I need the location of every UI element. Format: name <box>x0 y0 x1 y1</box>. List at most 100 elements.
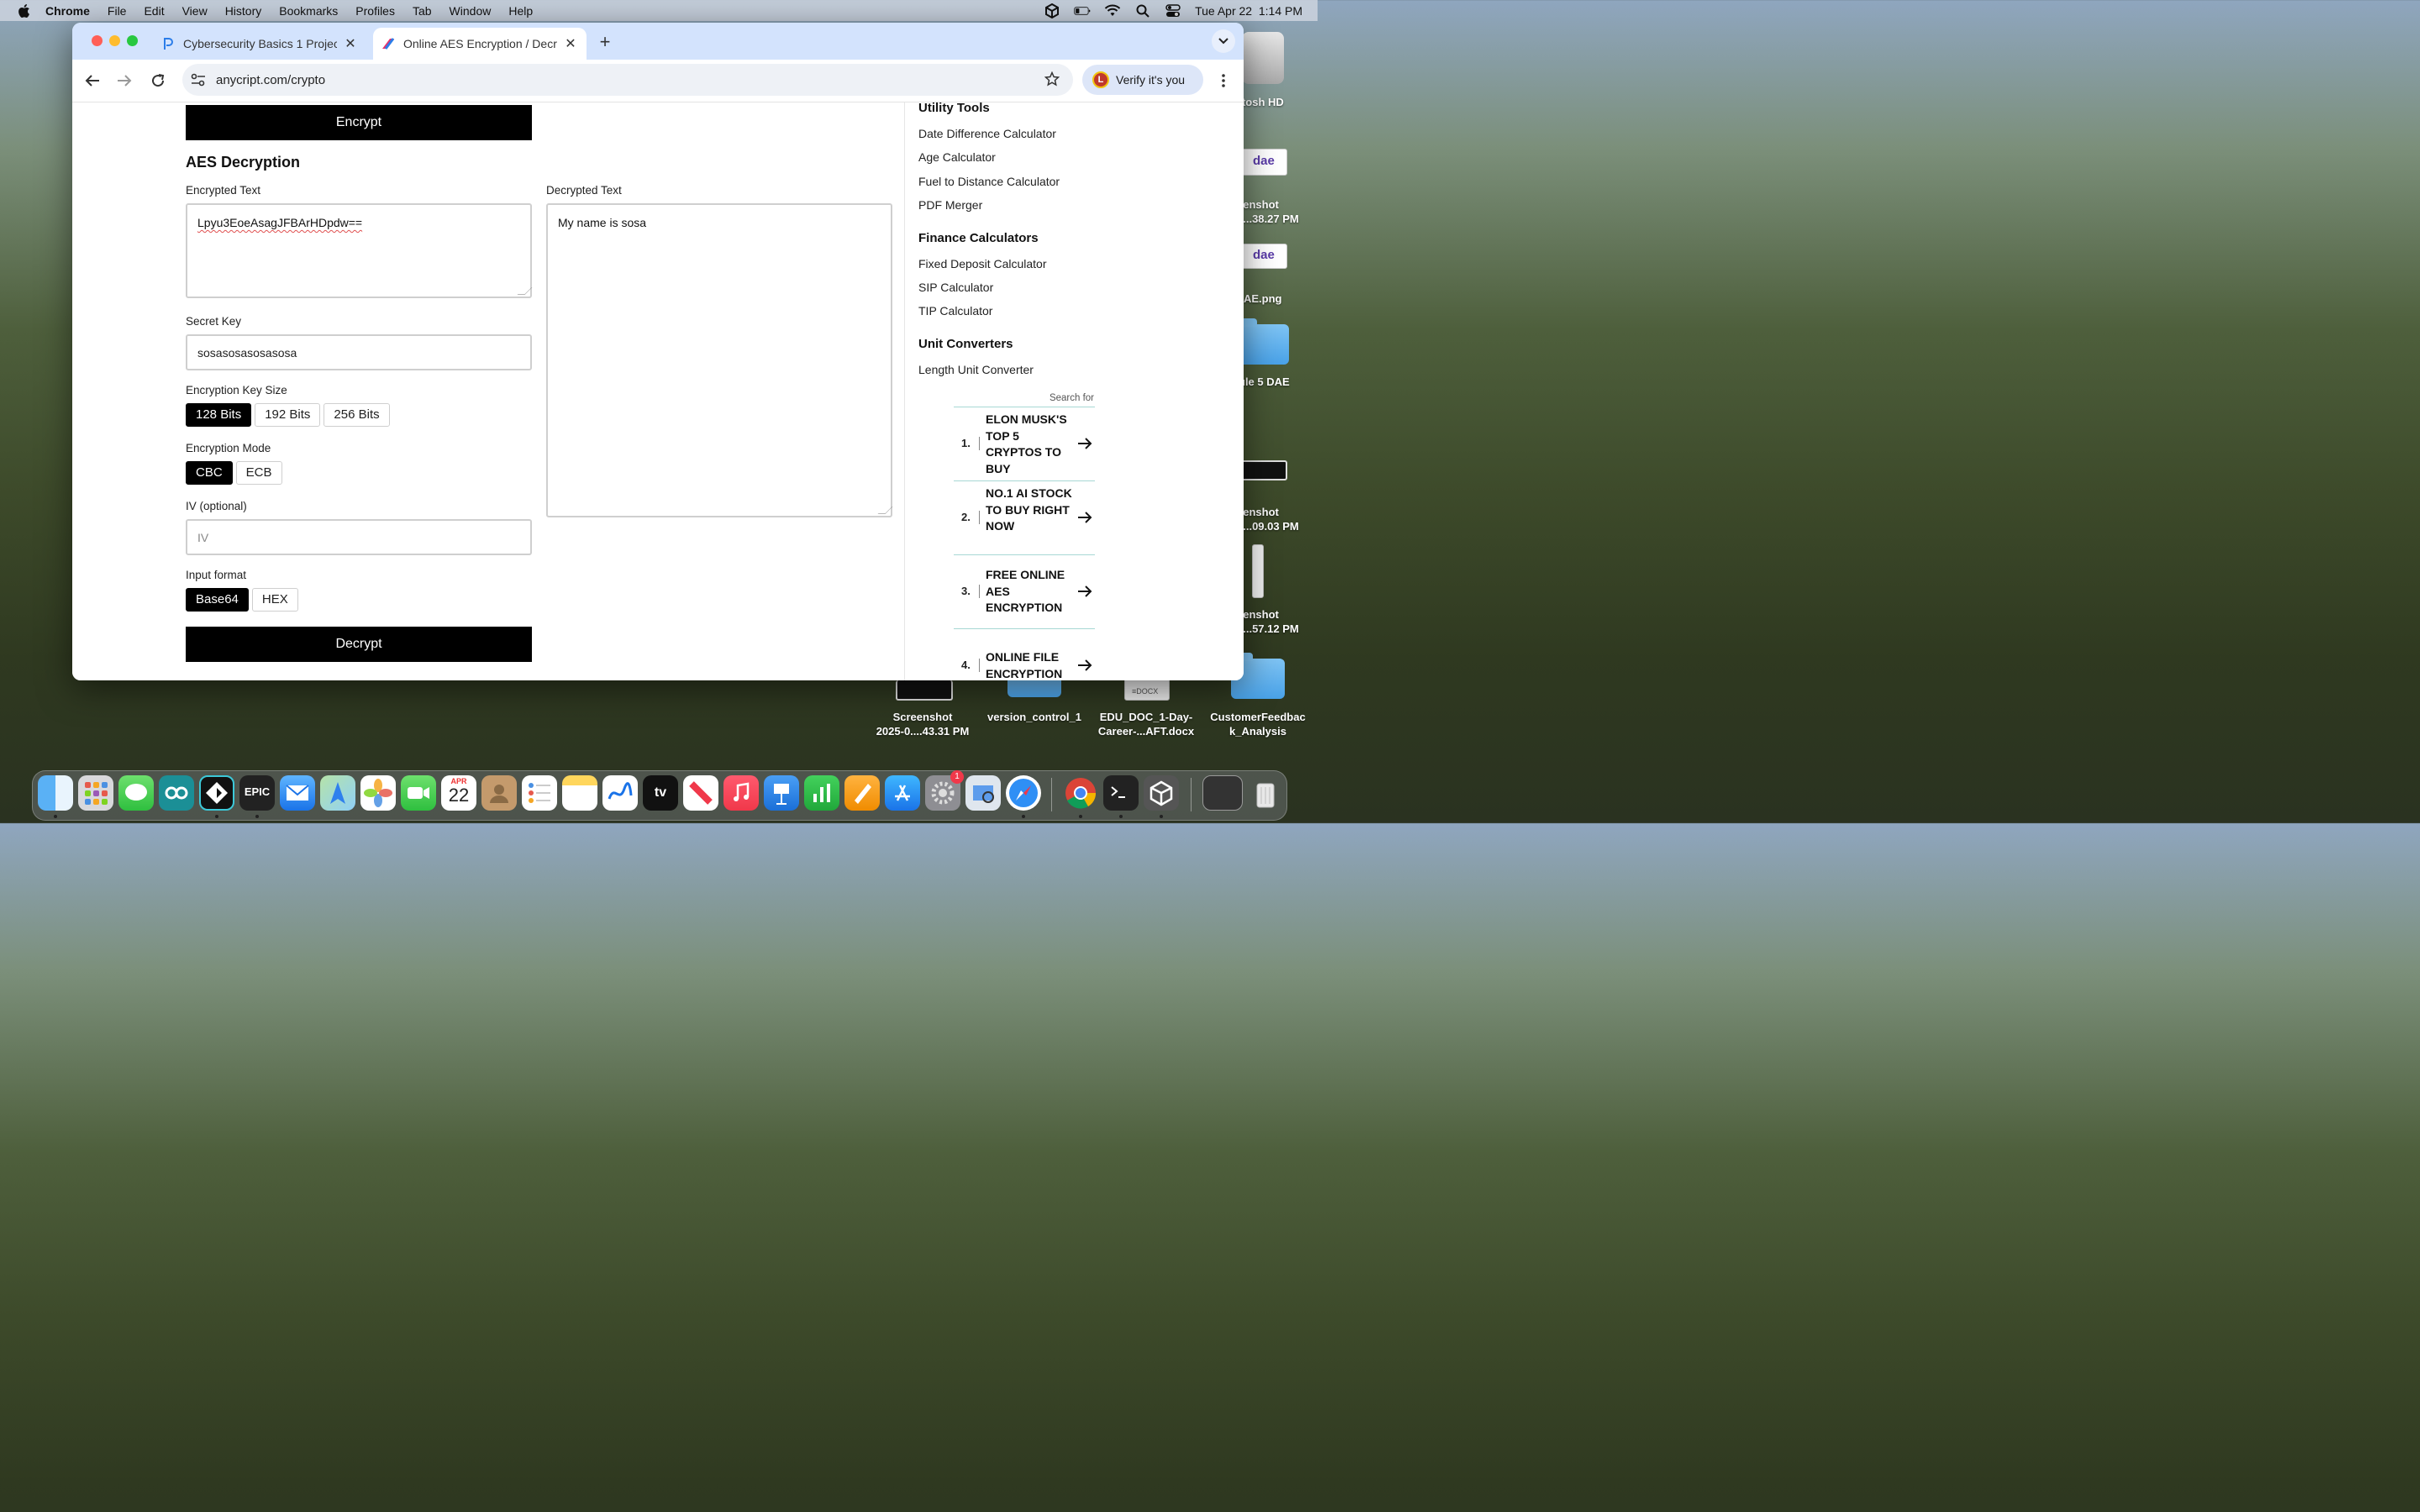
game-engine-icon[interactable] <box>199 775 234 811</box>
ad-item[interactable]: 3. FREE ONLINE AES ENCRYPTION <box>954 554 1095 629</box>
screenshot-thumbnail[interactable] <box>896 680 953 701</box>
close-tab-icon[interactable]: ✕ <box>344 35 357 52</box>
menu-file[interactable]: File <box>108 4 127 18</box>
unity-hub-icon[interactable] <box>1144 775 1179 811</box>
notes-icon[interactable] <box>562 775 597 811</box>
control-center-icon[interactable] <box>1165 3 1181 18</box>
chrome-icon[interactable] <box>1063 775 1098 811</box>
ad-item[interactable]: 1. ELON MUSK'S TOP 5 CRYPTOS TO BUY <box>954 407 1095 481</box>
menu-app-name[interactable]: Chrome <box>45 4 90 18</box>
hard-drive-icon[interactable] <box>1242 32 1284 84</box>
decrypt-button[interactable]: Decrypt <box>186 627 532 662</box>
terminal-icon[interactable] <box>1103 775 1139 811</box>
site-settings-icon[interactable] <box>191 73 206 89</box>
encrypt-button[interactable]: Encrypt <box>186 105 532 140</box>
bookmark-star-icon[interactable] <box>1044 71 1060 89</box>
verify-identity-button[interactable]: L Verify it's you <box>1082 65 1203 95</box>
sidebar-link-fixed-deposit[interactable]: Fixed Deposit Calculator <box>918 257 1047 270</box>
back-arrow-icon[interactable] <box>82 71 103 91</box>
desktop-icon-label[interactable]: ule 5 DAE <box>1239 375 1318 389</box>
menu-datetime[interactable]: Tue Apr 22 1:14 PM <box>1195 4 1302 18</box>
address-bar[interactable]: anycript.com/crypto <box>182 64 1073 96</box>
desktop-icon-label[interactable]: version_control_1 <box>980 710 1089 724</box>
minimize-window-button[interactable] <box>109 35 120 46</box>
key-size-128-button[interactable]: 128 Bits <box>186 403 252 427</box>
forward-arrow-icon[interactable] <box>114 71 134 91</box>
menu-view[interactable]: View <box>182 4 208 18</box>
desktop-icon-label[interactable]: eenshot 0...38.27 PM <box>1237 197 1318 226</box>
system-settings-icon[interactable]: 1 <box>925 770 964 811</box>
desktop-icon-label[interactable]: eenshot 0...09.03 PM <box>1237 505 1318 533</box>
numbers-icon[interactable] <box>804 775 839 811</box>
maximize-window-button[interactable] <box>127 35 138 46</box>
iv-input[interactable]: IV <box>186 519 532 555</box>
sidebar-link-fuel-distance[interactable]: Fuel to Distance Calculator <box>918 175 1060 188</box>
close-tab-icon[interactable]: ✕ <box>564 35 577 52</box>
mode-ecb-button[interactable]: ECB <box>235 461 282 485</box>
screenshot-thumbnail[interactable]: dae <box>1237 149 1287 176</box>
menu-help[interactable]: Help <box>508 4 533 18</box>
format-hex-button[interactable]: HEX <box>251 588 298 612</box>
format-base64-button[interactable]: Base64 <box>186 588 249 612</box>
sidebar-link-tip[interactable]: TIP Calculator <box>918 304 992 318</box>
resize-handle-icon[interactable] <box>517 287 533 295</box>
ad-item[interactable]: 4. ONLINE FILE ENCRYPTION <box>954 628 1095 680</box>
tab-cybersecurity[interactable]: Cybersecurity Basics 1 Project ✕ <box>153 28 363 60</box>
menu-profiles[interactable]: Profiles <box>355 4 395 18</box>
new-tab-icon[interactable]: + <box>595 31 615 53</box>
menu-window[interactable]: Window <box>450 4 492 18</box>
desktop-icon-label[interactable]: ntosh HD <box>1235 95 1318 109</box>
menu-tab[interactable]: Tab <box>413 4 432 18</box>
pages-icon[interactable] <box>844 775 880 811</box>
url-text[interactable]: anycript.com/crypto <box>216 73 325 87</box>
safari-icon[interactable] <box>1006 775 1041 811</box>
image-thumbnail[interactable]: dae <box>1237 244 1287 269</box>
secret-key-input[interactable]: sosasosasosasosa <box>186 334 532 370</box>
arduino-icon[interactable] <box>159 775 194 811</box>
tab-aes-encryption[interactable]: Online AES Encryption / Decryption ✕ <box>373 28 587 60</box>
desktop-icon-label[interactable]: EDU_DOC_1-Day- Career-...AFT.docx <box>1091 710 1202 738</box>
finder-icon[interactable] <box>38 775 73 811</box>
mail-icon[interactable] <box>280 775 315 811</box>
sidebar-link-pdf-merger[interactable]: PDF Merger <box>918 198 982 212</box>
contacts-icon[interactable] <box>481 775 517 811</box>
epic-games-icon[interactable]: EPIC <box>239 775 275 811</box>
menu-history[interactable]: History <box>225 4 262 18</box>
resize-handle-icon[interactable] <box>877 507 893 514</box>
sidebar-link-length-converter[interactable]: Length Unit Converter <box>918 363 1034 376</box>
search-icon[interactable] <box>1134 4 1151 18</box>
docx-icon[interactable]: ≡DOCX <box>1124 677 1170 701</box>
reminders-icon[interactable] <box>522 775 557 811</box>
screenshot-thumbnail[interactable] <box>1252 544 1264 598</box>
desktop-icon-label[interactable]: CustomerFeedbac k_Analysis <box>1203 710 1313 738</box>
music-icon[interactable] <box>723 775 759 811</box>
messages-icon[interactable] <box>118 775 154 811</box>
apple-tv-icon[interactable]: tv <box>643 775 678 811</box>
battery-icon[interactable] <box>1074 4 1091 18</box>
apple-icon[interactable] <box>17 3 32 18</box>
launchpad-icon[interactable] <box>78 775 113 811</box>
facetime-icon[interactable] <box>401 775 436 811</box>
reload-icon[interactable] <box>148 71 168 91</box>
app-store-icon[interactable] <box>885 775 920 811</box>
desktop-icon-label[interactable]: eenshot 0...57.12 PM <box>1237 607 1318 636</box>
wifi-icon[interactable] <box>1104 4 1121 18</box>
desktop-icon-label[interactable]: AE.png <box>1244 291 1311 306</box>
sidebar-link-age-calculator[interactable]: Age Calculator <box>918 150 996 164</box>
tab-search-chevron-icon[interactable] <box>1212 29 1235 53</box>
freeform-icon[interactable] <box>602 775 638 811</box>
news-icon[interactable] <box>683 775 718 811</box>
photos-icon[interactable] <box>360 775 396 811</box>
encrypted-text-area[interactable]: Lpyu3EoeAsagJFBArHDpdw== <box>186 203 533 298</box>
preview-icon[interactable] <box>965 775 1001 811</box>
key-size-192-button[interactable]: 192 Bits <box>255 403 321 427</box>
calendar-icon[interactable]: APR 22 <box>441 775 476 811</box>
more-menu-icon[interactable] <box>1213 71 1234 91</box>
menu-bookmarks[interactable]: Bookmarks <box>279 4 338 18</box>
minimized-window-icon[interactable] <box>1202 775 1243 811</box>
trash-icon[interactable] <box>1248 775 1283 811</box>
decrypted-text-area[interactable]: My name is sosa <box>546 203 893 517</box>
unity-icon[interactable] <box>1044 3 1060 18</box>
maps-icon[interactable] <box>320 775 355 811</box>
menu-edit[interactable]: Edit <box>144 4 164 18</box>
